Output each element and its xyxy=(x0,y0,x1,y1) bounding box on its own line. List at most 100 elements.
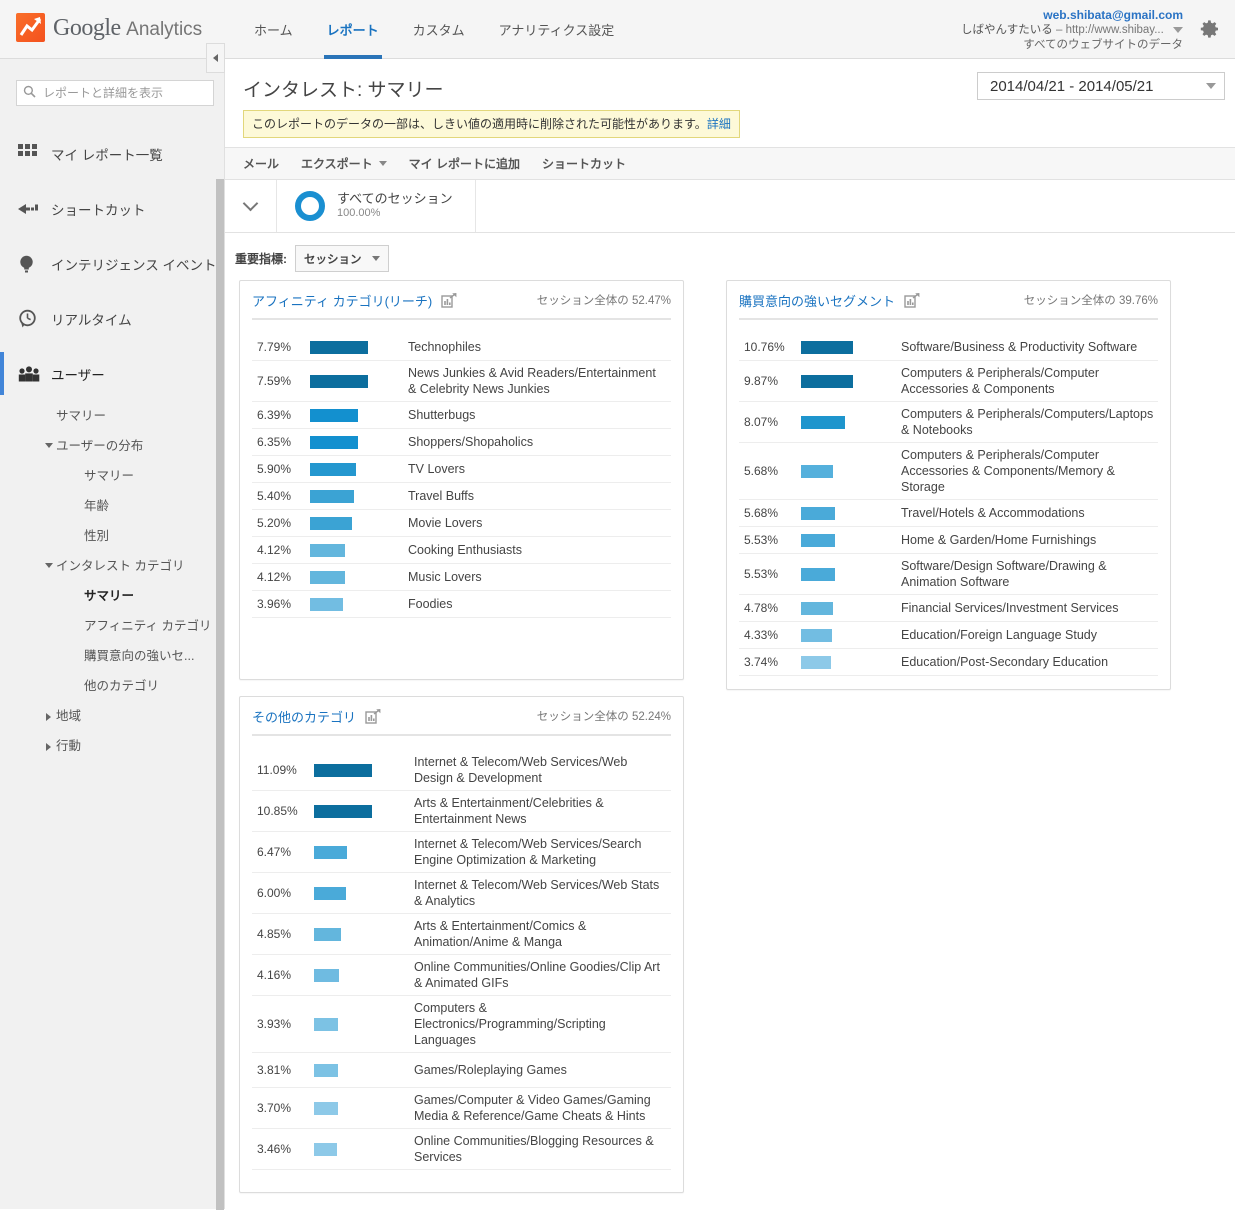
table-row[interactable]: 5.40% Travel Buffs xyxy=(252,483,671,510)
table-row[interactable]: 5.53% Software/Design Software/Drawing & … xyxy=(739,554,1158,595)
table-row[interactable]: 5.53% Home & Garden/Home Furnishings xyxy=(739,527,1158,554)
sidebar-scrollbar-thumb[interactable] xyxy=(216,179,224,1210)
sidebar-sub-gender[interactable]: 性別 xyxy=(0,521,224,551)
table-row[interactable]: 7.59% News Junkies & Avid Readers/Enterta… xyxy=(252,361,671,402)
nav-custom[interactable]: カスタム xyxy=(396,0,482,59)
nav-reports[interactable]: レポート xyxy=(310,0,396,59)
row-percent: 3.93% xyxy=(257,1017,292,1031)
sidebar-sub-affinity[interactable]: アフィニティ カテゴリ xyxy=(0,611,224,641)
segment-all-sessions[interactable]: すべてのセッション 100.00% xyxy=(277,180,476,232)
table-row[interactable]: 3.46% Online Communities/Blogging Resourc… xyxy=(252,1129,671,1170)
sidebar-item-shortcuts[interactable]: ショートカット xyxy=(0,181,224,236)
sidebar-scrollbar[interactable] xyxy=(215,179,224,1210)
chevron-down-icon[interactable] xyxy=(1173,26,1183,33)
table-row[interactable]: 4.85% Arts & Entertainment/Comics & Anima… xyxy=(252,914,671,955)
table-row[interactable]: 10.76% Software/Business & Productivity S… xyxy=(739,334,1158,361)
nav-admin[interactable]: アナリティクス設定 xyxy=(482,0,632,59)
row-bar xyxy=(310,408,358,422)
open-report-icon[interactable] xyxy=(441,292,457,309)
table-row[interactable]: 3.70% Games/Computer & Video Games/Gaming… xyxy=(252,1088,671,1129)
row-percent: 6.39% xyxy=(257,408,292,422)
sidebar-sub-age[interactable]: 年齢 xyxy=(0,491,224,521)
sidebar-sub-demographics[interactable]: ユーザーの分布 xyxy=(0,431,224,461)
segment-expand-button[interactable] xyxy=(225,180,277,232)
row-label: News Junkies & Avid Readers/Entertainmen… xyxy=(408,366,656,396)
card-header: アフィニティ カテゴリ(リーチ) セッション全体の 52.47% xyxy=(240,281,683,310)
sidebar-item-intelligence[interactable]: インテリジェンス イベント xyxy=(0,236,224,291)
row-bar-cell xyxy=(801,628,901,642)
date-range-value: 2014/04/21 - 2014/05/21 xyxy=(990,77,1154,95)
table-row[interactable]: 3.96% Foodies xyxy=(252,591,671,618)
nav-home[interactable]: ホーム xyxy=(237,0,310,59)
search-input[interactable] xyxy=(41,85,207,101)
table-row[interactable]: 6.00% Internet & Telecom/Web Services/Web… xyxy=(252,873,671,914)
notice-learn-more-link[interactable]: 詳細 xyxy=(707,117,731,131)
open-report-icon[interactable] xyxy=(365,708,381,725)
sidebar-sub-interests[interactable]: インタレスト カテゴリ xyxy=(0,551,224,581)
table-row[interactable]: 5.68% Computers & Peripherals/Computer Ac… xyxy=(739,443,1158,500)
table-row[interactable]: 4.78% Financial Services/Investment Servi… xyxy=(739,595,1158,622)
page-header: インタレスト: サマリー 2014/04/21 - 2014/05/21 このレ… xyxy=(225,59,1235,147)
sidebar-sub-geo[interactable]: 地域 xyxy=(0,701,224,731)
row-bar-cell xyxy=(310,408,408,422)
row-bar-cell xyxy=(310,462,408,476)
sidebar-item-realtime[interactable]: リアルタイム xyxy=(0,291,224,346)
gear-icon[interactable] xyxy=(1199,18,1221,40)
account-switcher[interactable]: web.shibata@gmail.com しばやんすたいる – http://… xyxy=(961,8,1183,53)
sidebar-item-audience[interactable]: ユーザー xyxy=(0,346,224,401)
grid-icon xyxy=(18,144,44,163)
table-row[interactable]: 10.85% Arts & Entertainment/Celebrities &… xyxy=(252,791,671,832)
table-row[interactable]: 5.20% Movie Lovers xyxy=(252,510,671,537)
table-row[interactable]: 4.12% Cooking Enthusiasts xyxy=(252,537,671,564)
sidebar-sub-inmarket[interactable]: 購買意向の強いセ... xyxy=(0,641,224,671)
sidebar-search[interactable] xyxy=(16,80,214,106)
key-metric-select[interactable]: セッション xyxy=(295,245,389,272)
row-bar xyxy=(801,601,833,615)
table-row[interactable]: 9.87% Computers & Peripherals/Computer Ac… xyxy=(739,361,1158,402)
table-row[interactable]: 3.74% Education/Post-Secondary Education xyxy=(739,649,1158,676)
card-title[interactable]: 購買意向の強いセグメント xyxy=(739,291,895,310)
row-bar-cell xyxy=(314,1063,414,1077)
sidebar-sub-summary[interactable]: サマリー xyxy=(0,401,224,431)
shortcut-button[interactable]: ショートカット xyxy=(542,155,626,172)
row-label: Internet & Telecom/Web Services/Search E… xyxy=(414,837,642,867)
table-row[interactable]: 4.12% Music Lovers xyxy=(252,564,671,591)
export-button[interactable]: エクスポート xyxy=(301,155,387,172)
table-row[interactable]: 3.93% Computers & Electronics/Programming… xyxy=(252,996,671,1053)
add-to-dashboard-button[interactable]: マイ レポートに追加 xyxy=(409,155,520,172)
table-row[interactable]: 5.68% Travel/Hotels & Accommodations xyxy=(739,500,1158,527)
table-row[interactable]: 6.35% Shoppers/Shopaholics xyxy=(252,429,671,456)
logo[interactable]: Google Analytics xyxy=(0,0,225,42)
sidebar-sub-interests-summary[interactable]: サマリー xyxy=(0,581,224,611)
card-title[interactable]: アフィニティ カテゴリ(リーチ) xyxy=(252,291,432,310)
account-email[interactable]: web.shibata@gmail.com xyxy=(961,8,1183,23)
table-row[interactable]: 4.33% Education/Foreign Language Study xyxy=(739,622,1158,649)
sidebar-sub-demographics-summary[interactable]: サマリー xyxy=(0,461,224,491)
email-button[interactable]: メール xyxy=(243,155,279,172)
table-row[interactable]: 8.07% Computers & Peripherals/Computers/L… xyxy=(739,402,1158,443)
row-label: Cooking Enthusiasts xyxy=(408,543,522,557)
table-row[interactable]: 5.90% TV Lovers xyxy=(252,456,671,483)
card-in-market-segments: 購買意向の強いセグメント セッション全体の 39.76% 10.76% Soft… xyxy=(726,280,1171,690)
sidebar-sub-label: サマリー xyxy=(56,409,107,423)
sidebar-label-intelligence: インテリジェンス イベント xyxy=(51,257,217,273)
table-row[interactable]: 4.16% Online Communities/Online Goodies/C… xyxy=(252,955,671,996)
sidebar-collapse-button[interactable] xyxy=(206,43,225,73)
row-percent: 10.85% xyxy=(257,804,298,818)
row-bar-cell xyxy=(801,464,901,478)
row-percent: 6.47% xyxy=(257,845,292,859)
table-row[interactable]: 6.47% Internet & Telecom/Web Services/Sea… xyxy=(252,832,671,873)
row-bar xyxy=(310,516,352,530)
table-row[interactable]: 3.81% Games/Roleplaying Games xyxy=(252,1053,671,1088)
sidebar-sub-behavior[interactable]: 行動 xyxy=(0,731,224,761)
table-row[interactable]: 6.39% Shutterbugs xyxy=(252,402,671,429)
row-percent: 8.07% xyxy=(744,415,779,429)
table-row[interactable]: 7.79% Technophiles xyxy=(252,334,671,361)
card-title[interactable]: その他のカテゴリ xyxy=(252,707,356,726)
row-bar xyxy=(310,435,358,449)
open-report-icon[interactable] xyxy=(904,292,920,309)
sidebar-item-dashboards[interactable]: マイ レポート一覧 xyxy=(0,126,224,181)
date-range-selector[interactable]: 2014/04/21 - 2014/05/21 xyxy=(977,72,1225,100)
table-row[interactable]: 11.09% Internet & Telecom/Web Services/We… xyxy=(252,750,671,791)
sidebar-sub-other-categories[interactable]: 他のカテゴリ xyxy=(0,671,224,701)
